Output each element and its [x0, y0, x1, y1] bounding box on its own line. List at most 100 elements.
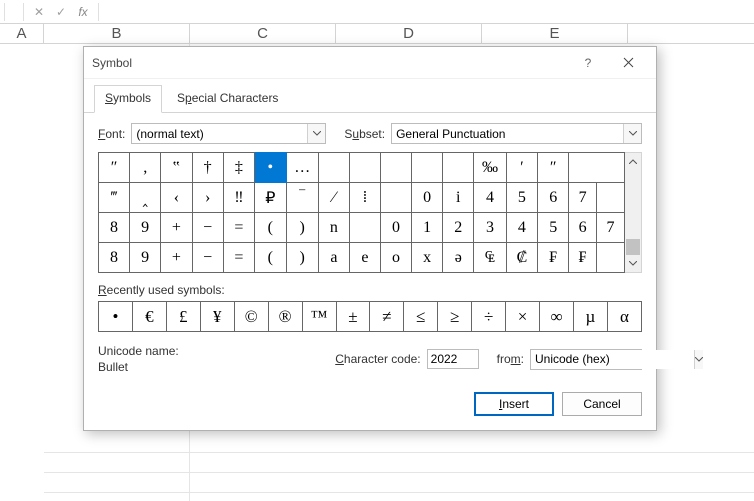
- font-input[interactable]: [132, 124, 307, 143]
- symbol-cell[interactable]: 6: [569, 213, 597, 243]
- symbol-cell[interactable]: e: [349, 243, 380, 273]
- scroll-down-icon[interactable]: [625, 255, 641, 272]
- symbol-cell[interactable]: 0: [412, 183, 443, 213]
- dialog-titlebar[interactable]: Symbol ?: [84, 47, 656, 79]
- close-button[interactable]: [608, 49, 648, 77]
- symbol-cell[interactable]: •: [255, 153, 286, 183]
- recent-symbols-grid[interactable]: •€£¥©®™±≠≤≥÷×∞µα: [98, 301, 642, 332]
- symbol-cell[interactable]: [597, 183, 625, 213]
- scroll-thumb[interactable]: [626, 239, 640, 255]
- chevron-down-icon[interactable]: [694, 350, 703, 369]
- symbol-cell[interactable]: [597, 243, 625, 273]
- symbol-cell[interactable]: ″: [99, 153, 130, 183]
- symbol-cell[interactable]: 4: [506, 213, 538, 243]
- symbol-cell[interactable]: =: [223, 243, 254, 273]
- symbol-cell[interactable]: n: [318, 213, 349, 243]
- from-combo[interactable]: [530, 349, 642, 370]
- font-combo[interactable]: [131, 123, 326, 144]
- col-header[interactable]: A: [0, 24, 44, 43]
- recent-symbol-cell[interactable]: ×: [506, 302, 540, 332]
- fx-icon[interactable]: fx: [72, 1, 94, 23]
- recent-symbol-cell[interactable]: ≠: [370, 302, 404, 332]
- symbol-cell[interactable]: ′: [506, 153, 538, 183]
- recent-symbol-cell[interactable]: ®: [268, 302, 302, 332]
- symbol-cell[interactable]: ‾: [286, 183, 318, 213]
- symbol-cell[interactable]: ‟: [161, 153, 192, 183]
- symbol-cell[interactable]: [349, 213, 380, 243]
- symbol-cell[interactable]: ‰: [474, 153, 506, 183]
- symbol-cell[interactable]: 9: [130, 243, 161, 273]
- symbol-cell[interactable]: [318, 153, 349, 183]
- formula-input[interactable]: [103, 1, 754, 23]
- recent-symbol-cell[interactable]: α: [607, 302, 641, 332]
- col-header[interactable]: B: [44, 24, 190, 43]
- char-code-input[interactable]: [427, 349, 479, 369]
- symbol-cell[interactable]: [443, 153, 474, 183]
- scroll-up-icon[interactable]: [625, 153, 641, 170]
- chevron-down-icon[interactable]: [307, 124, 325, 143]
- symbol-cell[interactable]: [380, 183, 411, 213]
- symbol-cell[interactable]: 5: [506, 183, 538, 213]
- symbol-cell[interactable]: ‹: [161, 183, 192, 213]
- symbol-cell[interactable]: [412, 153, 443, 183]
- symbol-cell[interactable]: 8: [99, 243, 130, 273]
- symbol-cell[interactable]: 5: [538, 213, 569, 243]
- subset-input[interactable]: [392, 124, 623, 143]
- symbol-cell[interactable]: ⁄: [318, 183, 349, 213]
- symbol-cell[interactable]: 0: [380, 213, 411, 243]
- symbol-cell[interactable]: i: [443, 183, 474, 213]
- symbol-cell[interactable]: ə: [443, 243, 474, 273]
- symbol-cell[interactable]: ‚: [130, 153, 161, 183]
- recent-symbol-cell[interactable]: •: [99, 302, 133, 332]
- symbol-cell[interactable]: ₣: [538, 243, 569, 273]
- symbol-cell[interactable]: 2: [443, 213, 474, 243]
- symbol-cell[interactable]: ): [286, 213, 318, 243]
- symbol-cell[interactable]: =: [223, 213, 254, 243]
- chevron-down-icon[interactable]: [623, 124, 641, 143]
- symbol-cell[interactable]: −: [192, 243, 223, 273]
- symbol-cell[interactable]: ₠: [474, 243, 506, 273]
- symbol-cell[interactable]: 6: [538, 183, 569, 213]
- col-header[interactable]: E: [482, 24, 628, 43]
- symbol-cell[interactable]: 4: [474, 183, 506, 213]
- symbol-cell[interactable]: ‴: [99, 183, 130, 213]
- recent-symbol-cell[interactable]: ÷: [472, 302, 506, 332]
- recent-symbol-cell[interactable]: €: [132, 302, 166, 332]
- symbol-cell[interactable]: †: [192, 153, 223, 183]
- col-header[interactable]: D: [336, 24, 482, 43]
- symbol-cell[interactable]: 7: [597, 213, 625, 243]
- symbol-cell[interactable]: ₣: [569, 243, 597, 273]
- symbol-cell[interactable]: a: [318, 243, 349, 273]
- recent-symbol-cell[interactable]: £: [166, 302, 200, 332]
- col-header[interactable]: C: [190, 24, 336, 43]
- symbol-cell[interactable]: o: [380, 243, 411, 273]
- symbol-cell[interactable]: ⁞: [349, 183, 380, 213]
- symbol-cell[interactable]: 1: [412, 213, 443, 243]
- tab-special[interactable]: Special Characters: [166, 85, 289, 112]
- insert-button[interactable]: Insert: [474, 392, 554, 416]
- symbol-cell[interactable]: ›: [192, 183, 223, 213]
- recent-symbol-cell[interactable]: ©: [234, 302, 268, 332]
- symbol-cell[interactable]: (: [255, 243, 286, 273]
- symbol-cell[interactable]: ‸: [130, 183, 161, 213]
- recent-symbol-cell[interactable]: ≤: [404, 302, 438, 332]
- scrollbar[interactable]: [625, 152, 642, 273]
- symbol-cell[interactable]: 9: [130, 213, 161, 243]
- symbol-cell[interactable]: x: [412, 243, 443, 273]
- subset-combo[interactable]: [391, 123, 642, 144]
- tab-symbols[interactable]: Symbols: [94, 85, 162, 113]
- symbol-cell[interactable]: ‼: [223, 183, 254, 213]
- symbol-cell[interactable]: 7: [569, 183, 597, 213]
- symbol-cell[interactable]: (: [255, 213, 286, 243]
- symbol-cell[interactable]: ₽: [255, 183, 286, 213]
- symbol-cell[interactable]: ‡: [223, 153, 254, 183]
- symbol-grid[interactable]: ″‚‟†‡•…‰′″‴‸‹›‼₽‾⁄⁞0i456789+−=()n0123456…: [98, 152, 625, 273]
- symbol-cell[interactable]: −: [192, 213, 223, 243]
- symbol-cell[interactable]: 3: [474, 213, 506, 243]
- from-input[interactable]: [531, 350, 694, 369]
- symbol-cell[interactable]: [380, 153, 411, 183]
- recent-symbol-cell[interactable]: ¥: [200, 302, 234, 332]
- symbol-cell[interactable]: [349, 153, 380, 183]
- symbol-cell[interactable]: …: [286, 153, 318, 183]
- symbol-cell[interactable]: ″: [538, 153, 569, 183]
